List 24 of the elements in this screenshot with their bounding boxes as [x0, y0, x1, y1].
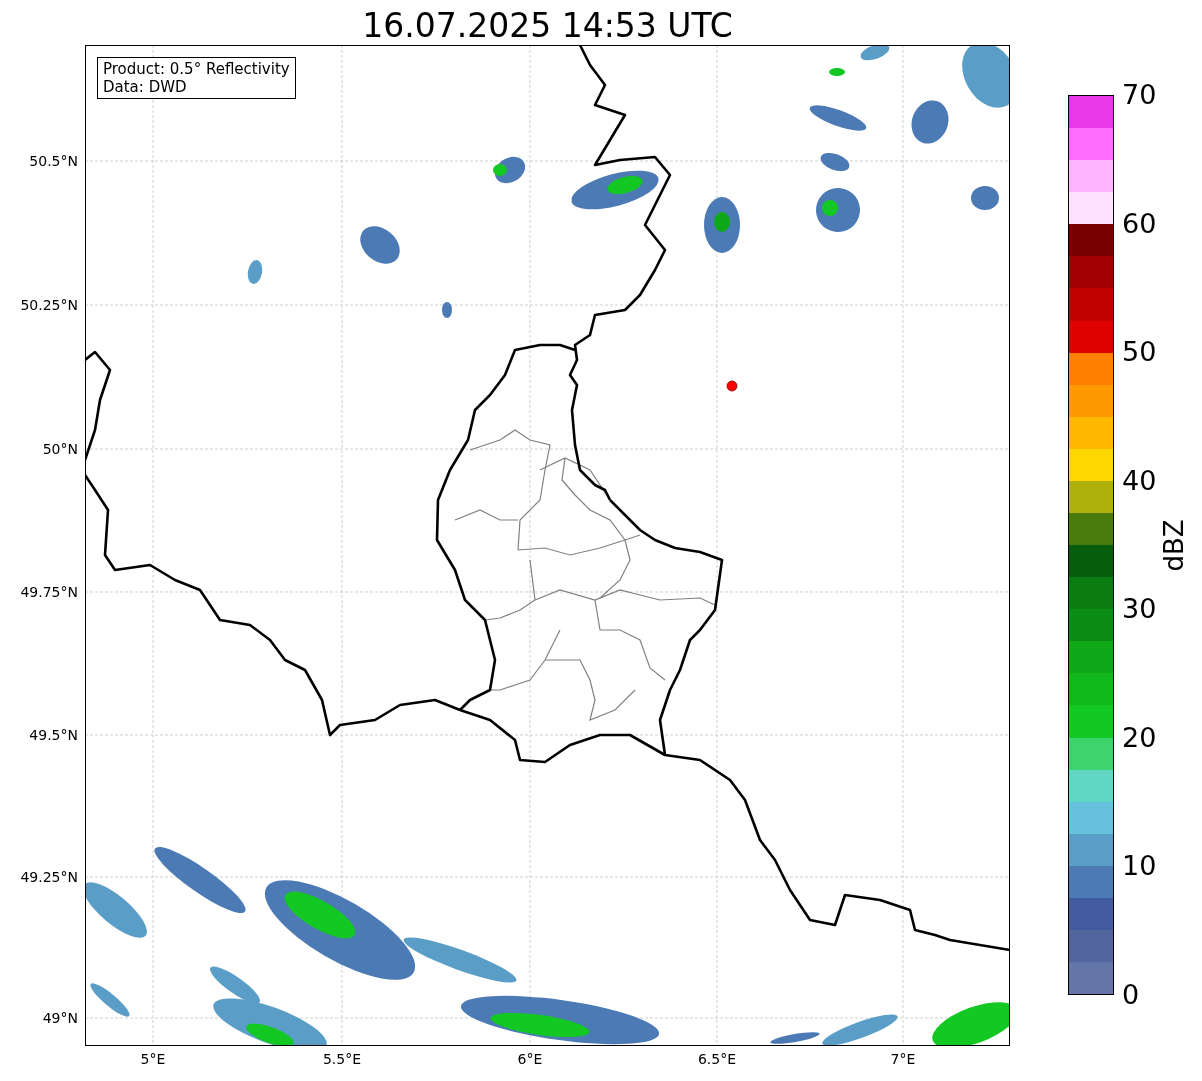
colorbar-tick-label: 70: [1122, 80, 1157, 110]
colorbar-tick-label: 30: [1122, 594, 1157, 625]
longitude-label: 6°E: [517, 1051, 543, 1067]
latitude-label: 49.5°N: [29, 727, 78, 743]
longitude-label: 7°E: [890, 1051, 916, 1067]
colorbar-tick-label: 10: [1122, 851, 1157, 882]
colorbar-tick-label: 20: [1122, 722, 1157, 753]
latitude-label: 49°N: [42, 1010, 78, 1026]
longitude-label: 5°E: [140, 1051, 166, 1067]
longitude-label: 6.5°E: [697, 1051, 737, 1067]
latitude-label: 49.75°N: [20, 584, 78, 600]
info-text: Data: DWD: [103, 78, 188, 96]
latitude-label: 50.5°N: [29, 153, 78, 169]
colorbar-tick-label: 40: [1122, 465, 1157, 496]
latitude-label: 50°N: [42, 441, 78, 457]
colorbar-label: dBZ: [1157, 518, 1190, 572]
colorbar-tick-label: 50: [1122, 337, 1157, 368]
latitude-label: 50.25°N: [20, 297, 78, 313]
info-text: Product: 0.5° Reflectivity: [103, 60, 290, 78]
colorbar-tick-label: 60: [1122, 208, 1157, 239]
longitude-label: 5.5°E: [322, 1051, 362, 1067]
colorbar-tick-label: 0: [1122, 980, 1140, 1010]
latitude-label: 49.25°N: [20, 869, 78, 885]
chart-title: 16.07.2025 14:53 UTC: [361, 5, 734, 45]
